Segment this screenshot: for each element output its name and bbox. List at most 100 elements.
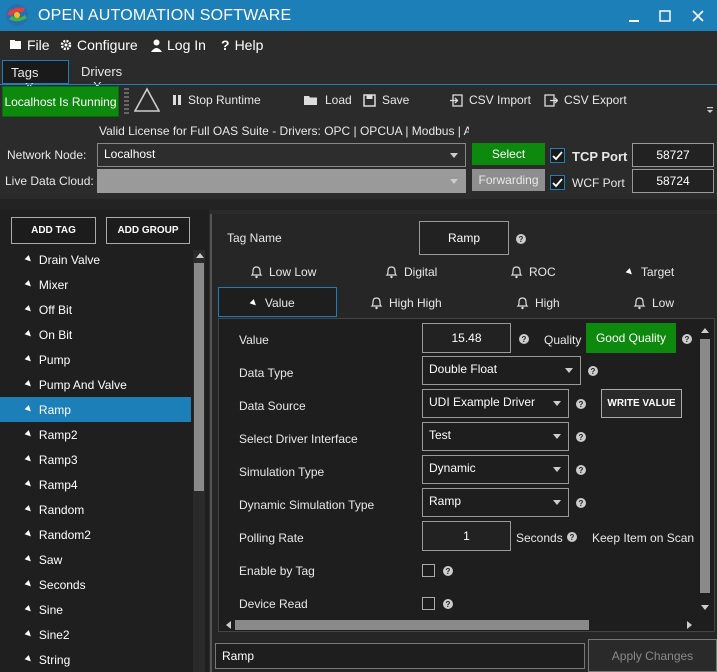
help-icon[interactable]: ? [576, 498, 586, 508]
help-icon[interactable]: ? [682, 334, 692, 344]
tag-list-item[interactable]: ▼ Random [0, 497, 191, 522]
stop-runtime-button[interactable]: Stop Runtime [172, 93, 261, 107]
tag-path-field[interactable]: Ramp [215, 643, 585, 669]
tag-list-item[interactable]: ▼ Ramp2 [0, 422, 191, 447]
write-value-button[interactable]: WRITE VALUE [601, 389, 682, 418]
tag-list-item-label: Ramp2 [38, 427, 78, 442]
minimize-icon[interactable] [626, 8, 642, 24]
scroll-up-icon[interactable] [196, 252, 204, 258]
enable-by-tag-label: Enable by Tag [239, 564, 315, 578]
polling-rate-input[interactable]: 1 [422, 521, 511, 551]
close-icon[interactable] [690, 8, 706, 24]
tag-list-item[interactable]: ▼ Pump [0, 347, 191, 372]
tab-drivers[interactable]: Drivers X [73, 60, 148, 94]
menu-file-label: File [27, 37, 50, 53]
properties-hscrollbar[interactable] [223, 619, 697, 631]
folder-icon [303, 94, 319, 106]
tag-list-item[interactable]: ▼ On Bit [0, 322, 191, 347]
scroll-down-icon[interactable] [701, 605, 709, 611]
menu-configure[interactable]: Configure [60, 37, 138, 53]
csv-import-button[interactable]: CSV Import [450, 93, 531, 107]
tag-list-item[interactable]: ▼ Pump And Valve [0, 372, 191, 397]
add-group-button[interactable]: ADD GROUP [106, 217, 190, 244]
tab-low[interactable]: Low [633, 296, 674, 310]
help-icon[interactable]: ? [519, 334, 529, 344]
help-icon[interactable]: ? [576, 465, 586, 475]
tag-list-item[interactable]: ▼ Mixer [0, 272, 191, 297]
warning-triangle-icon [134, 87, 160, 113]
keep-on-scan-label: Keep Item on Scan [592, 531, 695, 545]
tab-tags[interactable]: Tags X [2, 60, 69, 95]
help-icon[interactable]: ? [588, 366, 598, 376]
apply-changes-button[interactable]: Apply Changes [588, 639, 717, 672]
tab-high[interactable]: High [516, 296, 560, 310]
tag-list-item[interactable]: ▼ Sine [0, 597, 191, 622]
properties-vscroll-thumb[interactable] [700, 339, 710, 593]
help-icon[interactable]: ? [567, 532, 577, 542]
tag-list-item[interactable]: ▼ Sine2 [0, 622, 191, 647]
properties-hscroll-thumb[interactable] [235, 620, 589, 630]
help-icon[interactable]: ? [443, 566, 453, 576]
tag-detail-panel: Tag Name Ramp ? Low Low Digital ROC ▼ Ta… [210, 214, 717, 672]
driver-interface-select[interactable]: Test [422, 422, 569, 451]
quality-badge: Good Quality [586, 323, 676, 353]
tag-list-item[interactable]: ▼ String [0, 647, 191, 672]
tab-high-high[interactable]: High High [370, 296, 442, 310]
tab-digital[interactable]: Digital [385, 265, 437, 279]
help-icon[interactable]: ? [576, 432, 586, 442]
enable-by-tag-checkbox[interactable] [422, 564, 435, 577]
scroll-right-icon[interactable] [687, 621, 693, 629]
select-button[interactable]: Select [472, 143, 545, 165]
forwarding-button[interactable]: Forwarding [472, 169, 545, 191]
save-button[interactable]: Save [363, 93, 409, 107]
tag-list-item[interactable]: ▼ Off Bit [0, 297, 191, 322]
tcp-port-checkbox[interactable] [550, 148, 565, 163]
tag-list-item[interactable]: ▼ Ramp [0, 397, 191, 422]
tag-name-input[interactable]: Ramp [419, 221, 509, 255]
menu-login[interactable]: Log In [151, 37, 206, 53]
properties-vscrollbar[interactable] [699, 325, 711, 615]
tab-roc[interactable]: ROC [510, 265, 556, 279]
csv-export-button[interactable]: CSV Export [544, 93, 627, 107]
scroll-left-icon[interactable] [225, 621, 231, 629]
load-button[interactable]: Load [303, 93, 352, 107]
network-node-select[interactable]: Localhost [97, 143, 466, 167]
tcp-port-input[interactable]: 58727 [632, 143, 714, 167]
menu-file[interactable]: File [9, 37, 50, 53]
device-read-checkbox[interactable] [422, 597, 435, 610]
live-data-cloud-select[interactable] [97, 169, 466, 193]
tag-list-item[interactable]: ▼ Random2 [0, 522, 191, 547]
tab-value[interactable]: ▼ Value [218, 287, 337, 317]
data-type-select[interactable]: Double Float [422, 356, 581, 385]
tag-list-item[interactable]: ▼ Saw [0, 547, 191, 572]
add-tag-button[interactable]: ADD TAG [11, 217, 96, 244]
tag-icon: ▼ [21, 452, 37, 467]
tag-list-item[interactable]: ▼ Ramp4 [0, 472, 191, 497]
tag-list-scrollbar[interactable] [193, 250, 205, 672]
value-input[interactable]: 15.48 [422, 323, 511, 353]
help-icon[interactable]: ? [443, 599, 453, 609]
tag-list-item[interactable]: ▼ Seconds [0, 572, 191, 597]
export-icon [544, 93, 558, 107]
toolbar-overflow-icon[interactable] [706, 106, 714, 114]
simulation-type-select[interactable]: Dynamic [422, 455, 569, 484]
quality-label: Quality [544, 333, 582, 347]
maximize-icon[interactable] [657, 8, 673, 24]
scroll-up-icon[interactable] [701, 327, 709, 333]
data-source-select[interactable]: UDI Example Driver [422, 389, 569, 418]
stop-runtime-label: Stop Runtime [188, 93, 261, 107]
help-icon[interactable]: ? [516, 234, 526, 244]
tag-list-item[interactable]: ▼ Ramp3 [0, 447, 191, 472]
tab-low-low[interactable]: Low Low [250, 265, 316, 279]
toolbar-grip[interactable] [124, 88, 129, 114]
tab-value-label: Value [264, 296, 295, 310]
tag-list-scroll-thumb[interactable] [194, 263, 204, 491]
wcf-port-checkbox[interactable] [550, 175, 565, 190]
tab-target[interactable]: ▼ Target [623, 265, 675, 280]
menu-help[interactable]: ? Help [221, 37, 263, 53]
help-icon[interactable]: ? [576, 399, 586, 409]
wcf-port-input[interactable]: 58724 [632, 169, 714, 193]
tag-icon: ▼ [21, 502, 37, 517]
tag-list-item[interactable]: ▼ Drain Valve [0, 247, 191, 272]
dynamic-sim-type-select[interactable]: Ramp [422, 488, 569, 517]
